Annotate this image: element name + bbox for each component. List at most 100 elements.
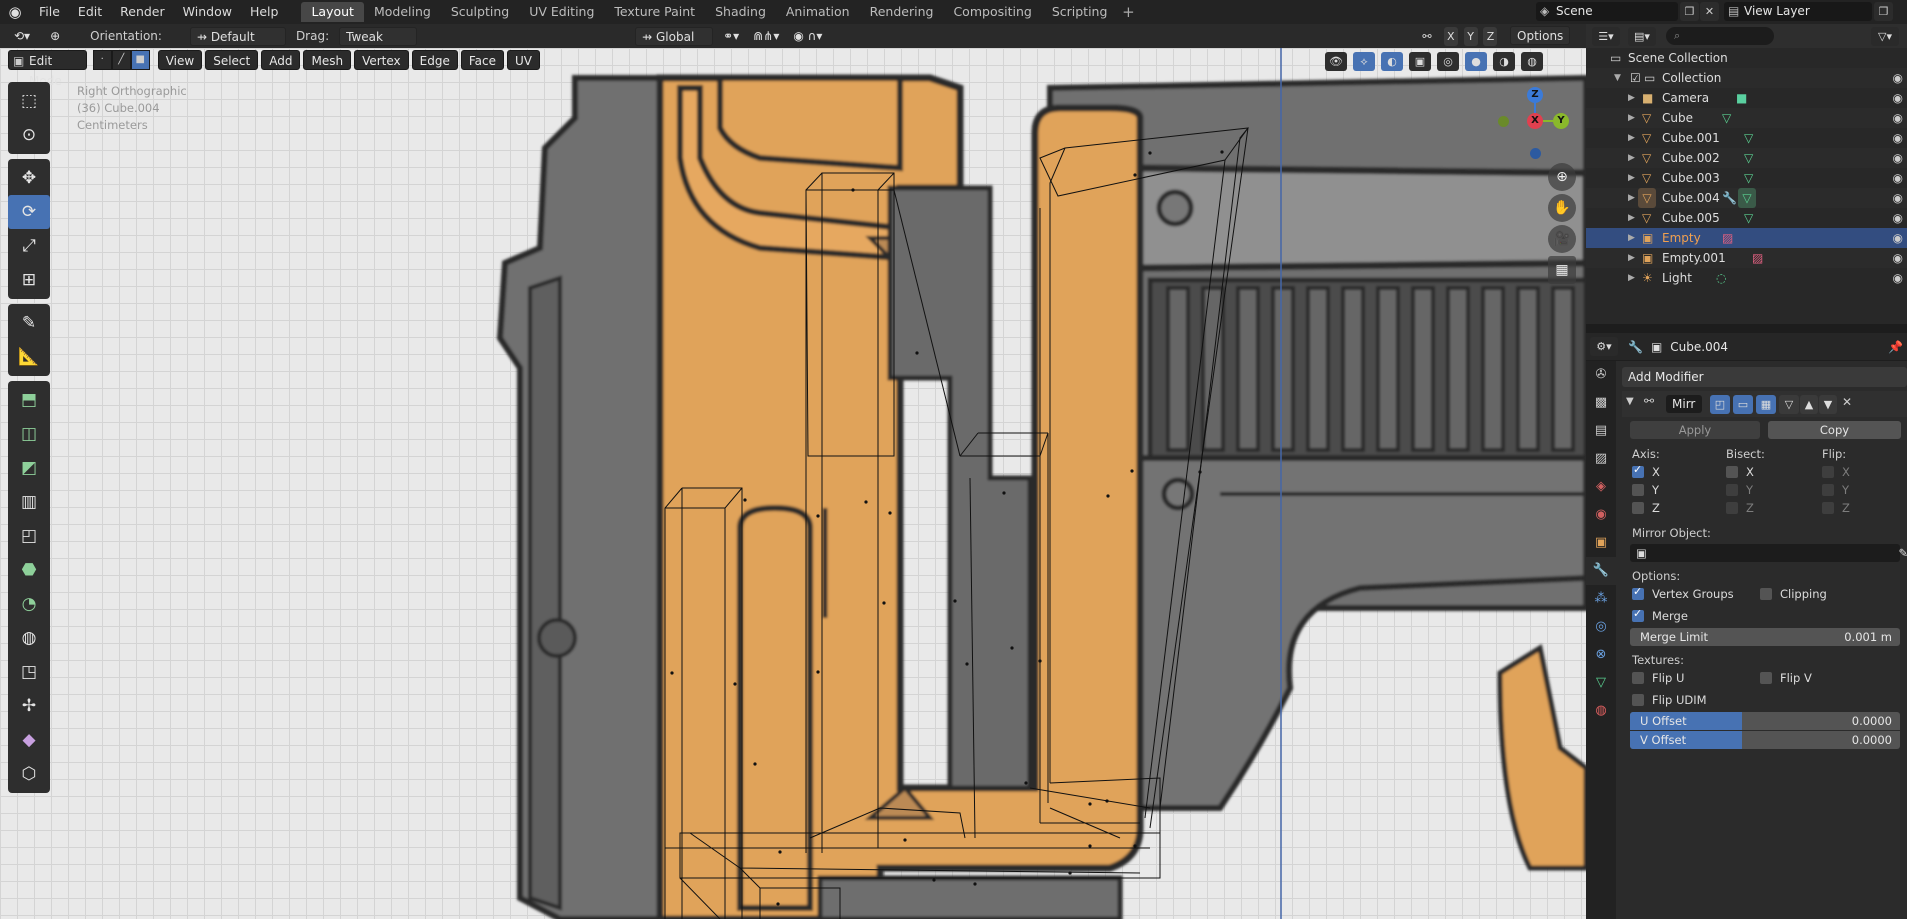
output-tab-icon[interactable]: ▤ bbox=[1586, 417, 1616, 445]
outliner-row-cube-001[interactable]: ▶ ▽ Cube.001 ▽ ◉ bbox=[1586, 128, 1907, 148]
visibility-eye-icon[interactable]: ◉ bbox=[1893, 128, 1903, 148]
menu-render[interactable]: Render bbox=[111, 0, 174, 24]
mirror-z-toggle[interactable]: Z bbox=[1483, 27, 1498, 46]
menu-vertex[interactable]: Vertex bbox=[354, 50, 409, 70]
v-offset-field[interactable]: V Offset 0.0000 bbox=[1630, 731, 1900, 749]
menu-help[interactable]: Help bbox=[241, 0, 288, 24]
gizmo-toggle-icon[interactable]: ⟡ bbox=[1353, 52, 1375, 71]
visibility-eye-icon[interactable]: ◉ bbox=[1893, 148, 1903, 168]
measure-tool-icon[interactable]: 📐 bbox=[8, 340, 50, 374]
menu-select[interactable]: Select bbox=[205, 50, 259, 70]
outliner-row-light[interactable]: ▶ ☀ Light ◌ ◉ bbox=[1586, 268, 1907, 288]
on-cage-icon[interactable]: ▽ bbox=[1779, 395, 1799, 414]
filter-icon[interactable]: ▽▾ bbox=[1871, 27, 1899, 46]
copy-button[interactable]: Copy bbox=[1768, 421, 1901, 439]
new-view-layer-icon[interactable]: ❐ bbox=[1874, 2, 1893, 21]
zoom-icon[interactable]: ⊕ bbox=[1548, 163, 1576, 191]
material-shading-icon[interactable]: ◑ bbox=[1493, 52, 1515, 71]
visibility-eye-icon[interactable]: ◉ bbox=[1893, 188, 1903, 208]
solid-shading-icon[interactable]: ● bbox=[1465, 52, 1487, 71]
tab-sculpting[interactable]: Sculpting bbox=[441, 2, 519, 22]
editmode-display-icon[interactable]: ▦ bbox=[1756, 395, 1776, 414]
object-tab-icon[interactable]: ▣ bbox=[1586, 529, 1616, 557]
visibility-eye-icon[interactable]: ◉ bbox=[1893, 228, 1903, 248]
inset-tool-icon[interactable]: ◫ bbox=[8, 417, 50, 451]
visibility-eye-icon[interactable]: ◉ bbox=[1893, 168, 1903, 188]
expand-arrow-icon[interactable]: ▶ bbox=[1628, 208, 1635, 228]
outliner-row-cube-002[interactable]: ▶ ▽ Cube.002 ▽ ◉ bbox=[1586, 148, 1907, 168]
mirror-y-toggle[interactable]: Y bbox=[1463, 27, 1478, 46]
rotate-tool-icon[interactable]: ⟳ bbox=[8, 195, 50, 229]
move-tool-icon[interactable]: ✥ bbox=[8, 161, 50, 195]
outliner-row-cube-003[interactable]: ▶ ▽ Cube.003 ▽ ◉ bbox=[1586, 168, 1907, 188]
cursor-tool-icon[interactable]: ⊙ bbox=[8, 118, 50, 152]
camera-view-icon[interactable]: 🎥 bbox=[1548, 225, 1576, 253]
mode-dropdown[interactable]: ▣ Edit Mode bbox=[8, 50, 87, 88]
menu-file[interactable]: File bbox=[30, 0, 69, 24]
world-tab-icon[interactable]: ◉ bbox=[1586, 501, 1616, 529]
add-modifier-dropdown[interactable]: Add Modifier bbox=[1622, 367, 1907, 387]
gizmo-neg-z-axis[interactable] bbox=[1530, 148, 1541, 159]
rendered-shading-icon[interactable]: ◍ bbox=[1521, 52, 1543, 71]
visibility-icon[interactable]: 👁 bbox=[1325, 52, 1347, 71]
tab-texture-paint[interactable]: Texture Paint bbox=[604, 2, 705, 22]
eyedropper-icon[interactable]: ✎ bbox=[1898, 544, 1907, 562]
expand-arrow-icon[interactable]: ▶ bbox=[1628, 188, 1635, 208]
particles-tab-icon[interactable]: ⁂ bbox=[1586, 585, 1616, 613]
expand-arrow-icon[interactable]: ▶ bbox=[1628, 128, 1635, 148]
display-mode-icon[interactable]: ▤▾ bbox=[1628, 26, 1656, 46]
gizmo-x-axis[interactable]: X bbox=[1527, 113, 1543, 129]
edit-cage-icon[interactable]: ◰ bbox=[1710, 395, 1730, 414]
edge-select-icon[interactable]: ╱ bbox=[111, 50, 131, 70]
face-select-icon[interactable]: ■ bbox=[130, 50, 150, 70]
delete-scene-icon[interactable]: ✕ bbox=[1700, 2, 1719, 21]
extrude-tool-icon[interactable]: ⬒ bbox=[8, 383, 50, 417]
menu-edge[interactable]: Edge bbox=[411, 50, 458, 70]
view-layer-selector[interactable]: ▤ View Layer bbox=[1724, 2, 1872, 21]
knife-tool-icon[interactable]: ◰ bbox=[8, 519, 50, 553]
menu-edit[interactable]: Edit bbox=[69, 0, 111, 24]
wireframe-shading-icon[interactable]: ◎ bbox=[1437, 52, 1459, 71]
realtime-display-icon[interactable]: ▭ bbox=[1733, 395, 1753, 414]
editor-type-icon[interactable]: ⚙▾ bbox=[1590, 337, 1618, 356]
merge-limit-field[interactable]: Merge Limit 0.001 m bbox=[1630, 628, 1900, 646]
expand-arrow-icon[interactable]: ▶ bbox=[1628, 108, 1635, 128]
xray-icon[interactable]: ▣ bbox=[1409, 52, 1431, 71]
mirror-x-toggle[interactable]: X bbox=[1443, 27, 1458, 46]
move-down-icon[interactable]: ▼ bbox=[1819, 395, 1837, 414]
modifier-name-field[interactable]: Mirr bbox=[1666, 395, 1702, 413]
3d-viewport[interactable]: Right Orthographic (36) Cube.004 Centime… bbox=[0, 48, 1586, 919]
tool-tab-icon[interactable]: ✇ bbox=[1586, 361, 1616, 389]
outliner-row-cube-005[interactable]: ▶ ▽ Cube.005 ▽ ◉ bbox=[1586, 208, 1907, 228]
ortho-grid-icon[interactable]: ▦ bbox=[1548, 256, 1576, 284]
menu-window[interactable]: Window bbox=[174, 0, 241, 24]
collapse-arrow-icon[interactable]: ▼ bbox=[1626, 396, 1634, 407]
expand-arrow-icon[interactable]: ▶ bbox=[1628, 268, 1635, 288]
editor-type-icon[interactable]: ☰▾ bbox=[1592, 26, 1620, 46]
loop-cut-tool-icon[interactable]: ▥ bbox=[8, 485, 50, 519]
axis-x-checkbox[interactable] bbox=[1632, 463, 1644, 478]
outliner-row-cube[interactable]: ▶ ▽ Cube ▽ ◉ bbox=[1586, 108, 1907, 128]
proportional-edit-icon[interactable]: ◉ ∩▾ bbox=[787, 27, 828, 46]
tool-icon[interactable]: ⟲▾ bbox=[8, 27, 36, 46]
vertex-select-icon[interactable]: · bbox=[92, 50, 112, 70]
apply-button[interactable]: Apply bbox=[1630, 421, 1760, 439]
menu-uv[interactable]: UV bbox=[507, 50, 540, 70]
constraints-tab-icon[interactable]: ⊗ bbox=[1586, 641, 1616, 669]
orientation-dropdown[interactable]: ⇸ Default bbox=[189, 26, 286, 46]
outliner-row-collection[interactable]: ▼ ☑ ▭ Collection ◉ bbox=[1586, 68, 1907, 88]
transform-orientation-dropdown[interactable]: ⇸ Global bbox=[635, 26, 714, 46]
pan-hand-icon[interactable]: ✋ bbox=[1548, 194, 1576, 222]
bevel-tool-icon[interactable]: ◩ bbox=[8, 451, 50, 485]
visibility-eye-icon[interactable]: ◉ bbox=[1893, 68, 1903, 88]
scene-selector[interactable]: ◈ Scene bbox=[1536, 2, 1678, 21]
expand-arrow-icon[interactable]: ▶ bbox=[1628, 228, 1635, 248]
vertex-groups-checkbox[interactable] bbox=[1632, 585, 1644, 600]
tab-layout[interactable]: Layout bbox=[301, 2, 364, 22]
tab-rendering[interactable]: Rendering bbox=[860, 2, 944, 22]
clipping-checkbox[interactable] bbox=[1760, 588, 1772, 600]
gizmo-y-axis[interactable]: Y bbox=[1553, 113, 1569, 129]
menu-add[interactable]: Add bbox=[261, 50, 301, 70]
tab-scripting[interactable]: Scripting bbox=[1042, 2, 1118, 22]
edge-slide-tool-icon[interactable]: ◳ bbox=[8, 655, 50, 689]
